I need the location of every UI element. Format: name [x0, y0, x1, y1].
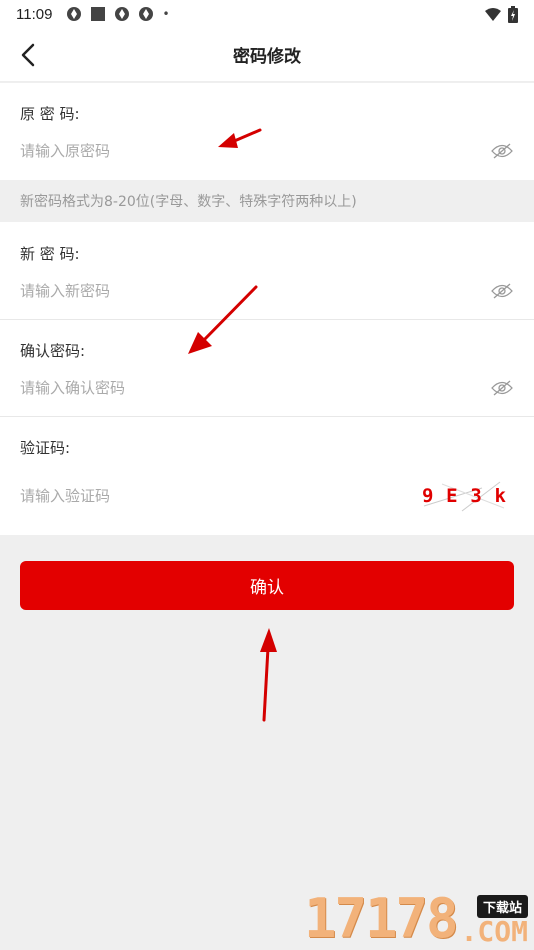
battery-icon — [508, 5, 518, 23]
confirm-password-label: 确认密码: — [20, 342, 86, 360]
eye-off-icon — [491, 380, 513, 396]
wifi-icon — [485, 8, 501, 21]
new-password-label: 新 密 码: — [20, 245, 80, 263]
status-bar: 11:09 • — [0, 0, 534, 28]
page-header: 密码修改 — [0, 28, 534, 82]
captcha-char: 9 — [422, 485, 434, 507]
captcha-char: 3 — [470, 485, 482, 507]
captcha-noise-lines — [423, 481, 505, 512]
status-right-icons — [484, 5, 518, 23]
eye-off-icon — [491, 283, 513, 299]
confirm-button[interactable]: 确认 — [20, 561, 514, 610]
arrow-to-confirm-button — [260, 628, 277, 722]
old-password-visibility-toggle[interactable] — [490, 139, 514, 163]
page-title: 密码修改 — [233, 47, 301, 67]
captcha-label: 验证码: — [20, 439, 71, 457]
watermark-suffix: .COM — [460, 915, 528, 948]
watermark-number: 17178 — [304, 887, 459, 950]
eye-off-icon — [491, 143, 513, 159]
app-notification-icon — [115, 7, 130, 21]
app-notification-icon — [67, 7, 82, 21]
captcha-field: 验证码: — [0, 417, 534, 535]
captcha-char: E — [446, 485, 458, 507]
status-dot: • — [162, 7, 170, 21]
old-password-field: 原 密 码: — [0, 83, 534, 180]
captcha-image[interactable]: 9 E 3 k — [422, 478, 506, 514]
confirm-password-field: 确认密码: — [0, 320, 534, 416]
captcha-input[interactable] — [20, 482, 400, 510]
square-icon — [91, 7, 106, 21]
old-password-label: 原 密 码: — [20, 105, 80, 123]
new-password-input[interactable] — [20, 277, 470, 305]
watermark-right: 下载站 .COM — [461, 895, 528, 946]
status-time: 11:09 — [16, 5, 53, 23]
confirm-password-input[interactable] — [20, 374, 470, 402]
back-button[interactable] — [12, 39, 44, 71]
chevron-left-icon — [21, 43, 35, 67]
captcha-char: k — [494, 485, 506, 507]
confirm-password-visibility-toggle[interactable] — [490, 376, 514, 400]
old-password-input[interactable] — [20, 137, 470, 165]
notification-icons: • — [66, 6, 170, 22]
password-format-hint: 新密码格式为8-20位(字母、数字、特殊字符两种以上) — [0, 180, 534, 222]
app-notification-icon — [139, 7, 154, 21]
site-watermark-logo: 17178 下载站 .COM — [304, 884, 530, 946]
new-password-visibility-toggle[interactable] — [490, 279, 514, 303]
new-password-field: 新 密 码: — [0, 222, 534, 319]
